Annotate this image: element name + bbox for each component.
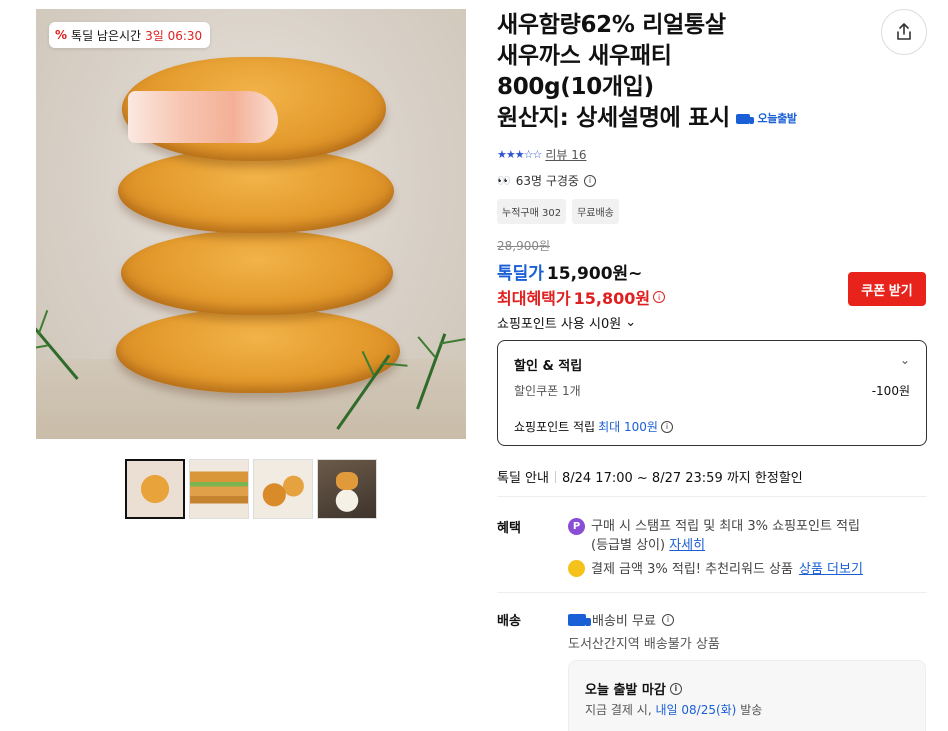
viewers-row: 👀 63명 구경중 i bbox=[497, 172, 596, 189]
deal-badge-timer: 3일 06:30 bbox=[145, 28, 203, 43]
point-earn-value: 최대 100원 bbox=[598, 420, 658, 434]
coupon-discount-value: -100원 bbox=[871, 384, 910, 398]
ship-box-title: 오늘 출발 마감 bbox=[585, 683, 666, 698]
viewers-count: 63명 구경중 bbox=[515, 174, 579, 188]
info-icon[interactable]: i bbox=[660, 420, 673, 433]
product-page: % 톡딜 남은시간 3일 06:30 새우함량62% 리얼통살 새우까스 새우패… bbox=[0, 0, 948, 731]
info-icon[interactable]: i bbox=[653, 291, 666, 303]
deal-price-row: 톡딜가 15,900원~ bbox=[497, 259, 642, 284]
ship-box-sub: 지금 결제 시, 내일 08/25(화) 발송 bbox=[585, 701, 762, 718]
product-main-image[interactable] bbox=[36, 9, 466, 439]
benefit-stamp-text: 구매 시 스탬프 적립 및 최대 3% 쇼핑포인트 적립 (등급별 상이) 자세… bbox=[591, 517, 860, 555]
benefit-detail-link[interactable]: 자세히 bbox=[669, 538, 705, 553]
max-benefit-label: 최대혜택가 bbox=[497, 289, 571, 308]
more-products-link[interactable]: 상품 더보기 bbox=[799, 558, 863, 577]
divider bbox=[497, 592, 927, 593]
rating-stars: ★★★☆☆ bbox=[497, 148, 542, 161]
shrimp-cross-section bbox=[128, 91, 278, 143]
thumbnail-strip bbox=[125, 459, 377, 519]
info-icon[interactable]: i bbox=[583, 174, 596, 187]
thumbnail-4[interactable] bbox=[317, 459, 377, 519]
deal-countdown-badge: % 톡딜 남은시간 3일 06:30 bbox=[49, 22, 211, 48]
today-ship-label: 오늘출발 bbox=[757, 112, 797, 125]
discount-accordion[interactable]: 할인 & 적립 ⌄ 할인쿠폰 1개 -100원 쇼핑포인트 적립 최대 100원… bbox=[497, 340, 927, 446]
ship-box-suffix: 발송 bbox=[740, 703, 763, 717]
title-line: 원산지: 상세설명에 표시 오늘출발 bbox=[497, 103, 927, 134]
product-info: 새우함량62% 리얼통살 새우까스 새우패티 800g(10개입) 원산지: 상… bbox=[497, 10, 927, 134]
deal-price-label: 톡딜가 bbox=[497, 264, 544, 284]
shipping-note: 도서산간지역 배송불가 상품 bbox=[568, 637, 720, 652]
point-use-dropdown[interactable]: 쇼핑포인트 사용 시0원 ⌄ bbox=[497, 313, 636, 332]
divider bbox=[554, 470, 556, 483]
deal-info-label: 톡딜 안내 bbox=[497, 471, 549, 486]
point-use-label: 쇼핑포인트 사용 시0원 bbox=[497, 317, 622, 332]
tag-free-shipping: 무료배송 bbox=[572, 199, 619, 224]
discount-percent-icon: % bbox=[55, 28, 68, 42]
patty-second bbox=[118, 149, 394, 233]
today-ship-badge: 오늘출발 bbox=[735, 103, 797, 134]
benefit-stamp-line: 구매 시 스탬프 적립 및 최대 3% 쇼핑포인트 적립 bbox=[591, 519, 860, 534]
deal-info-period: 8/24 17:00 ~ 8/27 23:59 까지 한정할인 bbox=[561, 471, 803, 486]
benefit-reward-text: 결제 금액 3% 적립! 추천리워드 상품 bbox=[591, 562, 793, 577]
share-button[interactable] bbox=[881, 9, 927, 55]
chevron-down-icon[interactable]: ⌄ bbox=[900, 353, 910, 367]
rating-row: ★★★☆☆ 리뷰 16 bbox=[497, 146, 586, 163]
point-earn-label: 쇼핑포인트 적립 bbox=[514, 420, 596, 434]
review-link[interactable]: 리뷰 16 bbox=[545, 146, 586, 163]
share-icon bbox=[897, 23, 911, 40]
point-earn-row: 쇼핑포인트 적립 최대 100원 i bbox=[514, 418, 673, 435]
deal-price: 15,900원~ bbox=[546, 264, 643, 284]
product-title: 새우함량62% 리얼통살 새우까스 새우패티 800g(10개입) 원산지: 상… bbox=[497, 10, 927, 134]
today-ship-box: 오늘 출발 마감 i 지금 결제 시, 내일 08/25(화) 발송 bbox=[568, 660, 926, 731]
patty-third bbox=[121, 231, 393, 315]
thumbnail-2[interactable] bbox=[189, 459, 249, 519]
point-p-icon: P bbox=[568, 518, 585, 535]
truck-icon bbox=[568, 613, 591, 626]
shipping-fee: 배송비 무료 bbox=[592, 614, 656, 629]
ship-box-title-row: 오늘 출발 마감 i bbox=[585, 679, 682, 698]
thumbnail-1[interactable] bbox=[125, 459, 185, 519]
title-line-text: 원산지: 상세설명에 표시 bbox=[497, 105, 730, 131]
coupon-download-button[interactable]: 쿠폰 받기 bbox=[848, 272, 926, 306]
benefit-label: 혜택 bbox=[497, 521, 521, 536]
title-line: 새우까스 새우패티 bbox=[497, 43, 672, 69]
deal-badge-label: 톡딜 남은시간 bbox=[71, 28, 142, 43]
coupon-count-label: 할인쿠폰 1개 bbox=[514, 384, 581, 398]
coin-icon bbox=[568, 559, 585, 577]
deal-info-row: 톡딜 안내 8/24 17:00 ~ 8/27 23:59 까지 한정할인 bbox=[497, 467, 803, 486]
patty-bottom bbox=[116, 309, 400, 393]
shipping-label: 배송 bbox=[497, 614, 521, 629]
benefit-stamp-row: P 구매 시 스탬프 적립 및 최대 3% 쇼핑포인트 적립 (등급별 상이) … bbox=[568, 517, 860, 555]
discount-accordion-title: 할인 & 적립 bbox=[514, 359, 583, 374]
ship-box-prefix: 지금 결제 시, bbox=[585, 703, 652, 717]
ship-box-date: 내일 08/25(화) bbox=[655, 703, 737, 717]
max-benefit-row: 최대혜택가 15,800원 i bbox=[497, 285, 666, 309]
thumbnail-3[interactable] bbox=[253, 459, 313, 519]
product-tags: 누적구매 302 무료배송 bbox=[497, 199, 619, 224]
truck-icon bbox=[735, 113, 754, 124]
benefit-stamp-line2: (등급별 상이) bbox=[591, 538, 666, 553]
info-icon[interactable]: i bbox=[661, 613, 674, 626]
max-benefit-price: 15,800원 bbox=[573, 289, 651, 308]
benefit-reward-row: 결제 금액 3% 적립! 추천리워드 상품 상품 더보기 bbox=[568, 558, 863, 577]
title-line: 800g(10개입) bbox=[497, 74, 654, 100]
chevron-down-icon: ⌄ bbox=[625, 315, 637, 330]
title-line: 새우함량62% 리얼통살 bbox=[497, 12, 726, 38]
divider bbox=[497, 496, 927, 497]
info-icon[interactable]: i bbox=[669, 682, 682, 695]
tag-purchase-count: 누적구매 302 bbox=[497, 199, 567, 224]
shipping-fee-row: 배송비 무료 i bbox=[568, 610, 674, 629]
original-price: 28,900원 bbox=[497, 239, 551, 253]
eyes-icon: 👀 bbox=[497, 174, 511, 187]
